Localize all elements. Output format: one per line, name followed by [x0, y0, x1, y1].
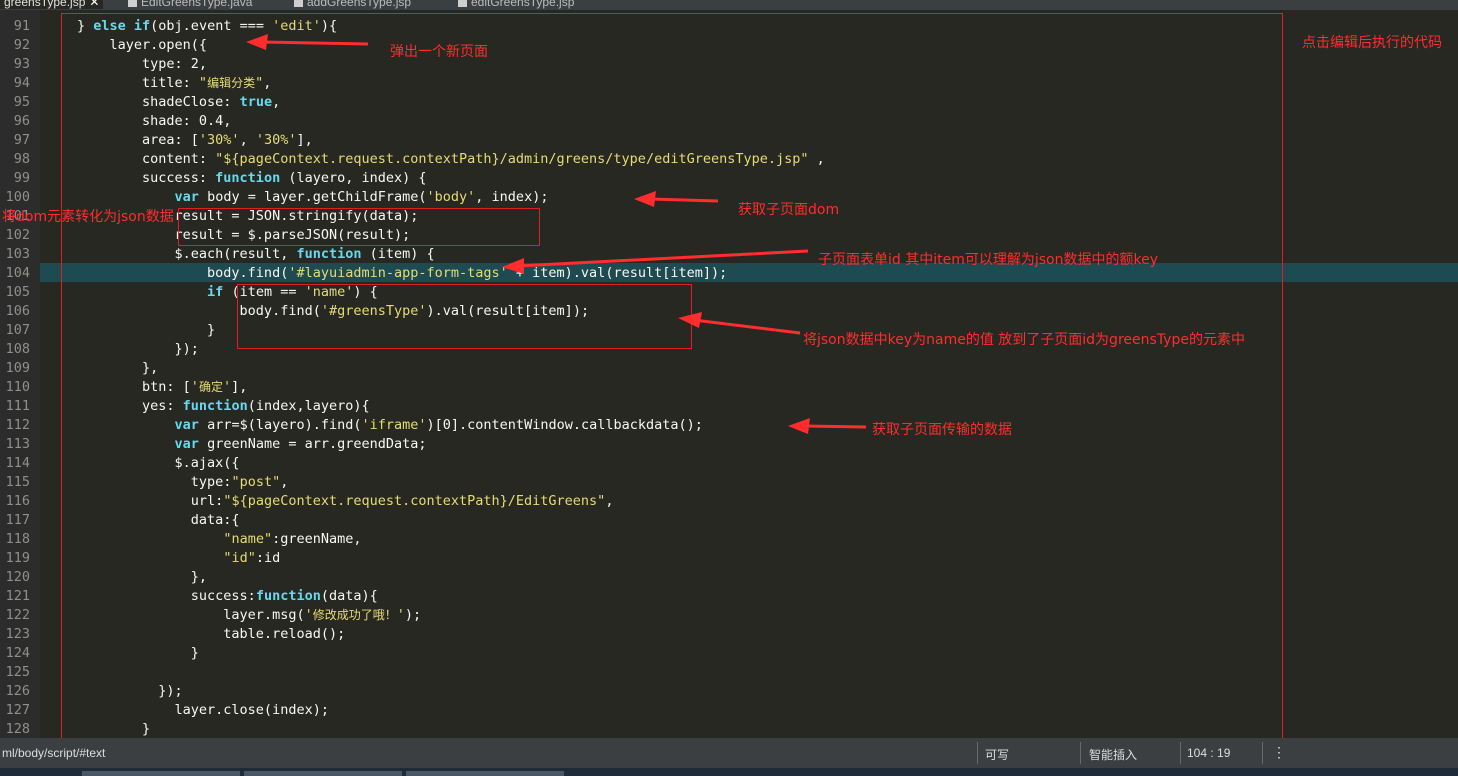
- note-dom-to-json: 将dom元素转化为json数据: [2, 209, 174, 225]
- line-number: 91: [13, 18, 30, 34]
- line-number: 109: [5, 360, 30, 376]
- tab-label: EditGreensType.java: [141, 0, 253, 9]
- line-number: 97: [13, 132, 30, 148]
- status-divider: [1080, 742, 1081, 764]
- annotation-box-name-check: [237, 284, 692, 349]
- line-number: 105: [5, 284, 30, 300]
- line-number: 103: [5, 246, 30, 262]
- line-number: 92: [13, 37, 30, 53]
- line-number: 102: [5, 227, 30, 243]
- line-number: 114: [5, 455, 30, 471]
- jsp-file-icon: [458, 0, 467, 7]
- status-divider: [1180, 742, 1181, 764]
- line-number: 95: [13, 94, 30, 110]
- line-number: 94: [13, 75, 30, 91]
- line-number: 98: [13, 151, 30, 167]
- note-get-child-dom: 获取子页面dom: [738, 202, 840, 218]
- tab-label: editGreensType.jsp: [471, 0, 575, 9]
- line-number: 107: [5, 322, 30, 338]
- note-after-edit-click: 点击编辑后执行的代码: [1302, 35, 1442, 51]
- status-insert-mode: 智能插入: [1089, 748, 1138, 762]
- line-number: 127: [5, 702, 30, 718]
- java-file-icon: [128, 0, 137, 7]
- line-number: 119: [5, 550, 30, 566]
- line-number: 106: [5, 303, 30, 319]
- tab-edit-greens-type-jsp[interactable]: editGreensType.jsp: [458, 0, 574, 9]
- jsp-file-icon: [294, 0, 303, 7]
- close-icon[interactable]: ✕: [89, 0, 99, 9]
- status-divider: [1262, 742, 1263, 764]
- line-number: 116: [5, 493, 30, 509]
- taskbar-button[interactable]: [406, 771, 564, 776]
- status-bar: ml/body/script/#text 可写 智能插入 104 : 19 ⋮: [0, 738, 1458, 768]
- line-number: 117: [5, 512, 30, 528]
- line-number: 123: [5, 626, 30, 642]
- note-name-value-to-child: 将json数据中key为name的值 放到了子页面id为greensType的元…: [803, 332, 1245, 348]
- status-cursor-position: 104 : 19: [1187, 746, 1231, 760]
- line-number: 99: [13, 170, 30, 186]
- line-number: 118: [5, 531, 30, 547]
- note-child-form-id: 子页面表单id 其中item可以理解为json数据中的额key: [818, 252, 1158, 268]
- annotation-box-edit-branch: [61, 13, 1283, 740]
- line-number: 100: [5, 189, 30, 205]
- line-number: 124: [5, 645, 30, 661]
- line-number-gutter: 91 92 93 94 95 96 97 98 99 100 101 102 1…: [0, 10, 40, 738]
- line-number: 108: [5, 341, 30, 357]
- tab-greens-type-jsp[interactable]: greensType.jsp ✕: [0, 0, 104, 9]
- line-number: 121: [5, 588, 30, 604]
- line-number: 104: [5, 265, 30, 281]
- tab-edit-greens-type-java[interactable]: EditGreensType.java: [128, 0, 252, 9]
- status-divider: [977, 742, 978, 764]
- note-popup-page: 弹出一个新页面: [390, 44, 488, 60]
- line-number: 110: [5, 379, 30, 395]
- line-number: 126: [5, 683, 30, 699]
- line-number: 125: [5, 664, 30, 680]
- taskbar-button[interactable]: [244, 771, 402, 776]
- line-number: 115: [5, 474, 30, 490]
- line-number: 96: [13, 113, 30, 129]
- tab-label: greensType.jsp: [4, 0, 86, 9]
- annotation-box-json-convert: [178, 208, 540, 246]
- status-writable: 可写: [985, 748, 1010, 762]
- taskbar-button[interactable]: [82, 771, 240, 776]
- line-number: 111: [5, 398, 30, 414]
- line-number: 122: [5, 607, 30, 623]
- tab-label: addGreensType.jsp: [307, 0, 412, 9]
- breadcrumb-path[interactable]: ml/body/script/#text: [2, 746, 105, 760]
- line-number: 128: [5, 721, 30, 737]
- editor-tab-bar: greensType.jsp ✕ EditGreensType.java addG…: [0, 0, 1458, 10]
- line-number: 120: [5, 569, 30, 585]
- note-get-child-data: 获取子页面传输的数据: [872, 422, 1012, 438]
- line-number: 113: [5, 436, 30, 452]
- line-number: 93: [13, 56, 30, 72]
- vertical-dots-icon[interactable]: ⋮: [1272, 744, 1286, 761]
- line-number: 112: [5, 417, 30, 433]
- tab-add-greens-type-jsp[interactable]: addGreensType.jsp: [294, 0, 411, 9]
